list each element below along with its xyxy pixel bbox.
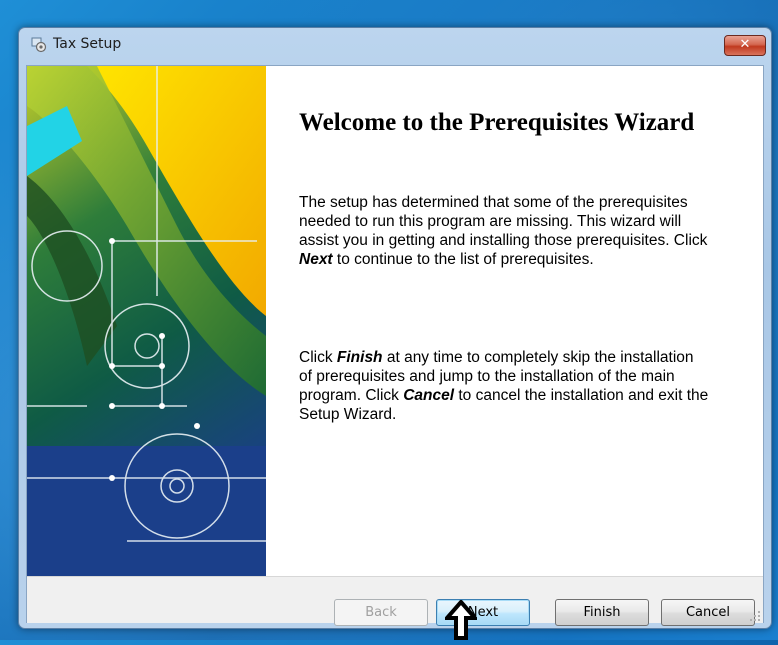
setup-window: Tax Setup ✕ Welcome to the Prerequisites… xyxy=(18,27,772,629)
finish-emphasis: Finish xyxy=(336,349,383,366)
setup-app-icon xyxy=(31,37,47,53)
title-bar[interactable]: Tax Setup ✕ xyxy=(19,28,771,60)
intro-text-b: to continue to the list of prerequisites… xyxy=(332,251,594,268)
finish-button[interactable]: Finish xyxy=(555,599,649,626)
intro-text-a: The setup has determined that some of th… xyxy=(299,194,708,249)
cancel-emphasis: Cancel xyxy=(403,387,455,404)
cancel-button[interactable]: Cancel xyxy=(661,599,755,626)
wizard-side-banner-image xyxy=(27,66,266,576)
finish-paragraph: Click Finish at any time to completely s… xyxy=(299,348,709,424)
finish-text-a: Click xyxy=(299,349,337,366)
intro-paragraph: The setup has determined that some of th… xyxy=(299,193,709,269)
close-icon: ✕ xyxy=(739,37,751,52)
close-button[interactable]: ✕ xyxy=(724,35,766,56)
intro-next-emphasis: Next xyxy=(299,251,333,268)
up-arrow-pointer-icon xyxy=(442,598,480,640)
window-title: Tax Setup xyxy=(53,36,122,52)
page-title: Welcome to the Prerequisites Wizard xyxy=(299,109,695,136)
resize-grip-icon[interactable] xyxy=(749,609,761,621)
wizard-client-area: Welcome to the Prerequisites Wizard The … xyxy=(26,65,764,626)
wizard-content-panel: Welcome to the Prerequisites Wizard The … xyxy=(266,66,763,576)
back-button[interactable]: Back xyxy=(334,599,428,626)
wizard-button-bar: Back Next Finish Cancel xyxy=(27,576,763,626)
